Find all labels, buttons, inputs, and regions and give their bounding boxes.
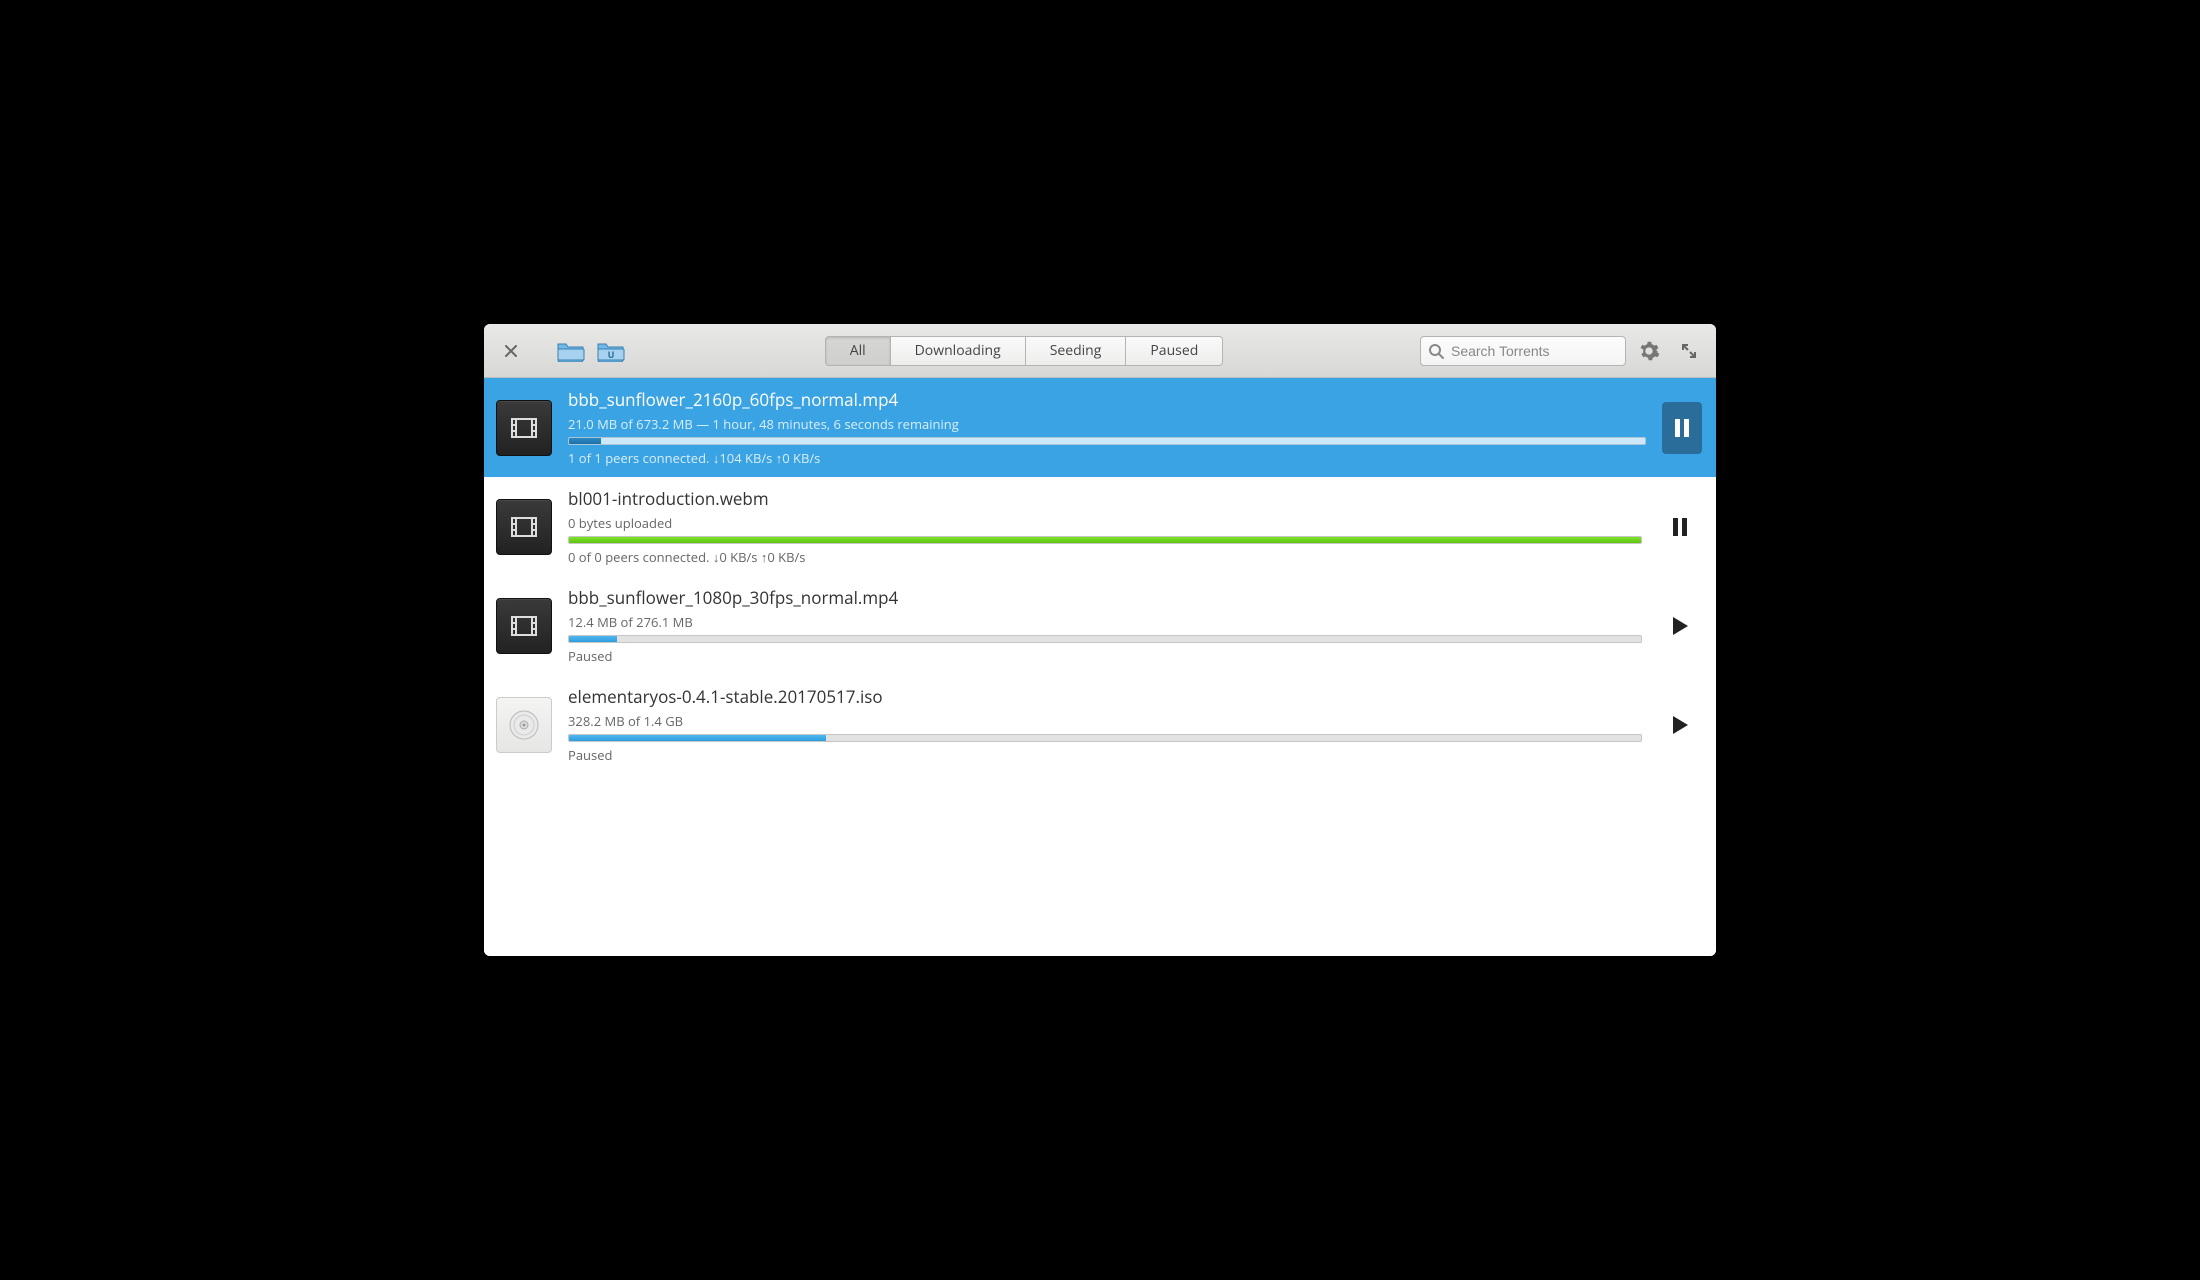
torrent-status-line: 0 bytes uploaded (568, 514, 1642, 532)
resume-button[interactable] (1658, 604, 1702, 648)
progress-bar (568, 734, 1642, 742)
torrent-row[interactable]: bbb_sunflower_2160p_60fps_normal.mp4 21.0… (484, 378, 1716, 477)
torrent-info: bbb_sunflower_1080p_30fps_normal.mp4 12.4… (568, 586, 1642, 665)
video-file-icon (496, 499, 552, 555)
torrent-status-line: 328.2 MB of 1.4 GB (568, 712, 1642, 730)
torrent-row[interactable]: bbb_sunflower_1080p_30fps_normal.mp4 12.4… (484, 576, 1716, 675)
torrent-row[interactable]: bl001-introduction.webm 0 bytes uploaded 0… (484, 477, 1716, 576)
torrent-info: bl001-introduction.webm 0 bytes uploaded 0… (568, 487, 1642, 566)
torrent-title: elementaryos-0.4.1-stable.20170517.iso (568, 685, 1642, 708)
filter-downloading[interactable]: Downloading (890, 336, 1026, 366)
close-button[interactable] (494, 334, 528, 368)
torrent-peers-line: 1 of 1 peers connected. ↓104 KB/s ↑0 KB/… (568, 449, 1646, 467)
torrent-info: bbb_sunflower_2160p_60fps_normal.mp4 21.0… (568, 388, 1646, 467)
filter-seeding[interactable]: Seeding (1025, 336, 1127, 366)
torrent-title: bbb_sunflower_2160p_60fps_normal.mp4 (568, 388, 1646, 411)
torrent-info: elementaryos-0.4.1-stable.20170517.iso 32… (568, 685, 1642, 764)
video-file-icon (496, 400, 552, 456)
progress-bar (568, 536, 1642, 544)
search-icon (1428, 343, 1444, 359)
search-input[interactable] (1420, 336, 1626, 366)
folder-icon (557, 339, 585, 363)
search-wrap (1420, 336, 1626, 366)
expand-icon (1681, 343, 1697, 359)
filter-tabs: All Downloading Seeding Paused (825, 336, 1224, 366)
disc-image-icon (496, 697, 552, 753)
open-magnet-button[interactable]: U (594, 334, 628, 368)
open-torrent-button[interactable] (554, 334, 588, 368)
torrent-peers-line: Paused (568, 647, 1642, 665)
svg-text:U: U (608, 348, 615, 361)
torrent-title: bl001-introduction.webm (568, 487, 1642, 510)
app-window: U All Downloading Seeding Paused bbb_sun… (484, 324, 1716, 956)
titlebar: U All Downloading Seeding Paused (484, 324, 1716, 378)
maximize-button[interactable] (1672, 334, 1706, 368)
pause-button[interactable] (1658, 505, 1702, 549)
torrent-status-line: 12.4 MB of 276.1 MB (568, 613, 1642, 631)
magnet-folder-icon: U (597, 339, 625, 363)
torrent-row[interactable]: elementaryos-0.4.1-stable.20170517.iso 32… (484, 675, 1716, 774)
video-file-icon (496, 598, 552, 654)
gear-icon (1638, 340, 1660, 362)
close-icon (504, 344, 518, 358)
filter-paused[interactable]: Paused (1125, 336, 1223, 366)
progress-bar (568, 635, 1642, 643)
torrent-peers-line: Paused (568, 746, 1642, 764)
torrent-list: bbb_sunflower_2160p_60fps_normal.mp4 21.0… (484, 378, 1716, 956)
torrent-status-line: 21.0 MB of 673.2 MB — 1 hour, 48 minutes… (568, 415, 1646, 433)
torrent-title: bbb_sunflower_1080p_30fps_normal.mp4 (568, 586, 1642, 609)
pause-button[interactable] (1662, 402, 1702, 454)
torrent-peers-line: 0 of 0 peers connected. ↓0 KB/s ↑0 KB/s (568, 548, 1642, 566)
progress-bar (568, 437, 1646, 445)
filter-all[interactable]: All (825, 336, 891, 366)
resume-button[interactable] (1658, 703, 1702, 747)
settings-button[interactable] (1632, 334, 1666, 368)
